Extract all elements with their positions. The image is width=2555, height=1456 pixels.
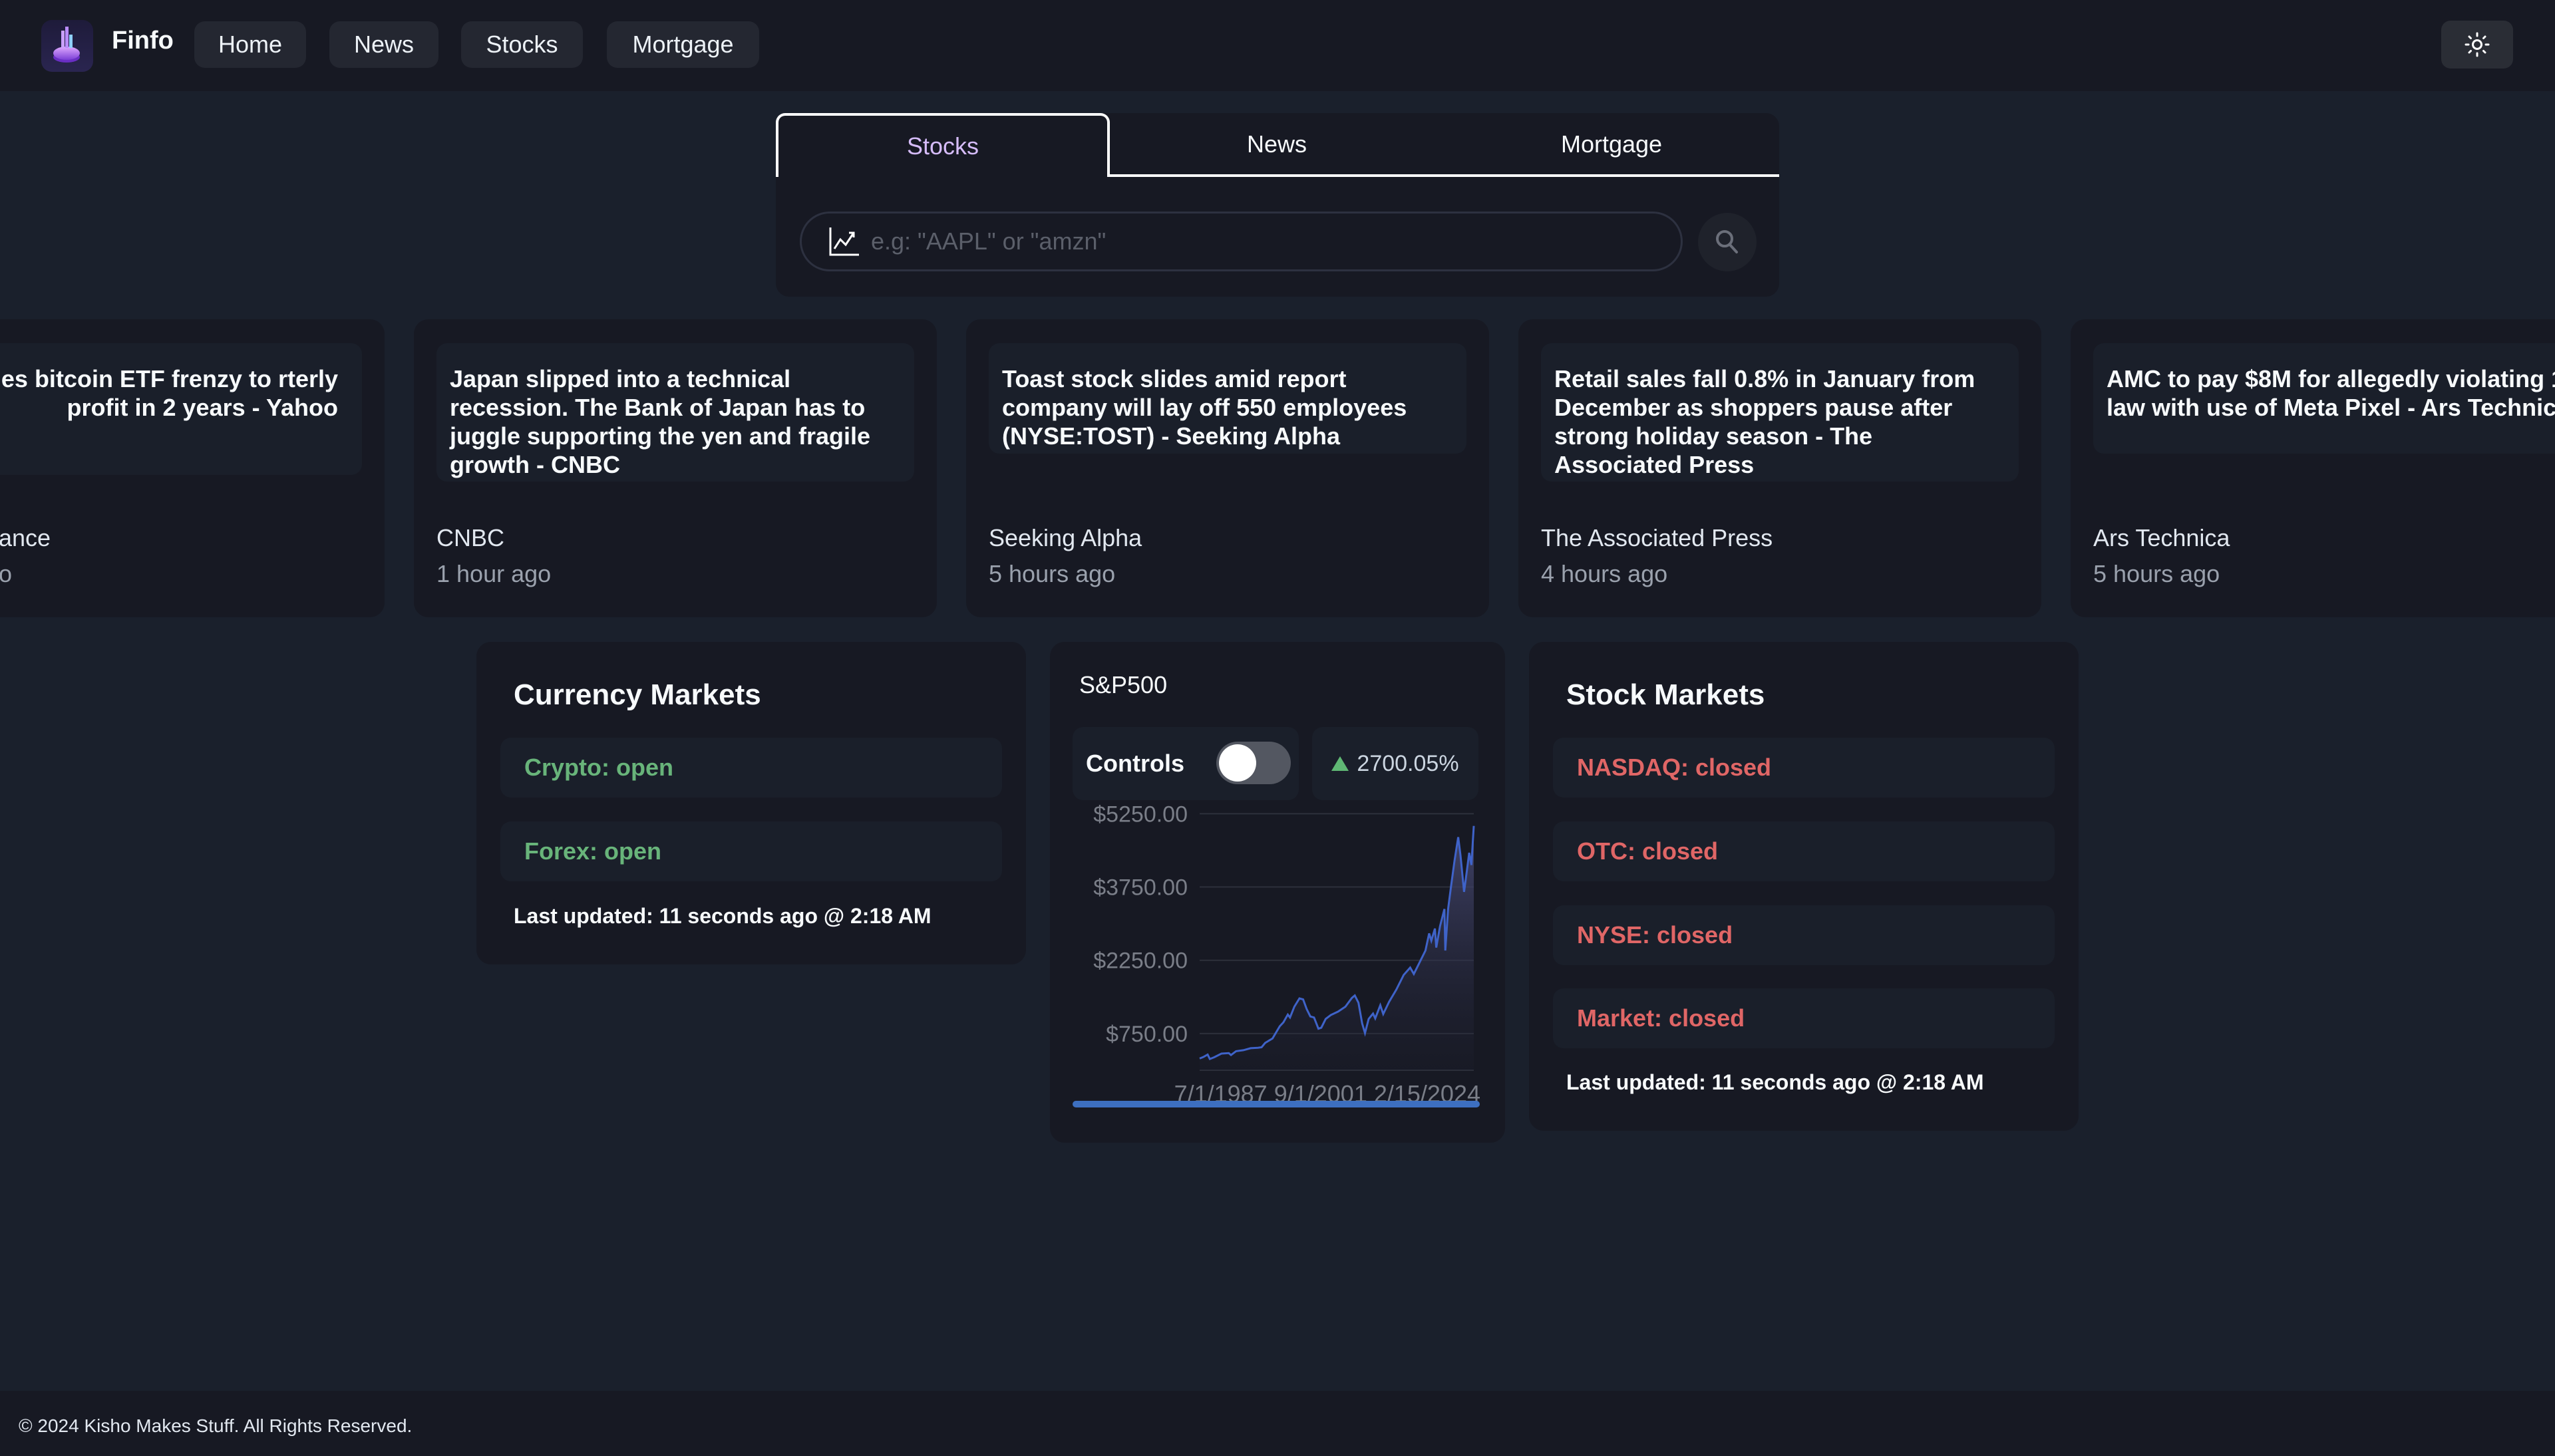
nav-stocks-label: Stocks	[486, 31, 558, 58]
news-headline: Toast stock slides amid report company w…	[1002, 365, 1407, 450]
news-source: The Associated Press	[1541, 524, 1773, 551]
nav-news-button[interactable]: News	[329, 21, 438, 68]
footer: © 2024 Kisho Makes Stuff. All Rights Res…	[0, 1391, 2555, 1456]
news-card[interactable]: e rides bitcoin ETF frenzy to rterly pro…	[0, 319, 385, 617]
currency-markets-panel: Currency Markets Crypto: open Forex: ope…	[476, 642, 1026, 964]
news-headline-box: e rides bitcoin ETF frenzy to rterly pro…	[0, 343, 362, 475]
news-headline: AMC to pay $8M for allegedly violating 1…	[2107, 365, 2555, 421]
news-source: CNBC	[436, 524, 505, 551]
news-headline-box: Retail sales fall 0.8% in January from D…	[1541, 343, 2019, 482]
tab-news[interactable]: News	[1110, 113, 1444, 175]
stock-last-updated: Last updated: 11 seconds ago @ 2:18 AM	[1566, 1070, 1984, 1094]
range-slider[interactable]	[1073, 1101, 1480, 1107]
news-card[interactable]: Retail sales fall 0.8% in January from D…	[1518, 319, 2041, 617]
nav-mortgage-label: Mortgage	[632, 31, 734, 58]
nasdaq-status: NASDAQ: closed	[1553, 738, 2055, 798]
search-field[interactable]	[800, 212, 1683, 271]
nav-news-label: News	[353, 31, 415, 58]
news-time: 1 hour ago	[436, 560, 552, 587]
nav-mortgage-button[interactable]: Mortgage	[607, 21, 759, 68]
tab-stocks[interactable]: Stocks	[776, 113, 1110, 177]
nyse-status: NYSE: closed	[1553, 905, 2055, 965]
news-source: ance	[0, 524, 51, 551]
chart-line-icon	[829, 227, 859, 256]
finfo-logo-icon[interactable]	[41, 20, 93, 72]
y-tick-label: $5250.00	[1093, 801, 1188, 827]
market-status-label: Market: closed	[1577, 1004, 1745, 1032]
news-source: Seeking Alpha	[989, 524, 1142, 551]
tab-news-label: News	[1246, 130, 1307, 158]
brand-name: Finfo	[112, 27, 174, 55]
y-tick-label: $750.00	[1106, 1022, 1188, 1047]
y-tick-label: $3750.00	[1093, 875, 1188, 901]
stock-markets-title: Stock Markets	[1566, 678, 1765, 711]
crypto-status-label: Crypto: open	[524, 754, 673, 781]
nav-stocks-button[interactable]: Stocks	[461, 21, 583, 68]
crypto-status: Crypto: open	[500, 738, 1002, 798]
search-button[interactable]	[1698, 213, 1757, 271]
currency-last-updated: Last updated: 11 seconds ago @ 2:18 AM	[514, 904, 932, 928]
tab-mortgage[interactable]: Mortgage	[1444, 113, 1779, 175]
tab-mortgage-label: Mortgage	[1560, 130, 1663, 158]
news-card[interactable]: Toast stock slides amid report company w…	[966, 319, 1489, 617]
nav-home-button[interactable]: Home	[194, 21, 306, 68]
sun-icon	[2465, 32, 2490, 57]
forex-status: Forex: open	[500, 821, 1002, 881]
news-card[interactable]: AMC to pay $8M for allegedly violating 1…	[2071, 319, 2555, 617]
tab-stocks-label: Stocks	[906, 132, 979, 160]
nasdaq-status-label: NASDAQ: closed	[1577, 754, 1772, 781]
news-headline: Retail sales fall 0.8% in January from D…	[1554, 365, 1975, 478]
nav-home-label: Home	[218, 31, 283, 58]
nyse-status-label: NYSE: closed	[1577, 921, 1733, 948]
search-panel: Stocks News Mortgage	[776, 113, 1779, 297]
stock-markets-panel: Stock Markets NASDAQ: closed OTC: closed…	[1529, 642, 2079, 1131]
news-time: 4 hours ago	[1541, 560, 1668, 587]
forex-status-label: Forex: open	[524, 837, 662, 865]
top-nav-bar: Finfo Home News Stocks Mortgage	[0, 0, 2555, 91]
news-headline-box: AMC to pay $8M for allegedly violating 1…	[2093, 343, 2555, 454]
news-headline-box: Japan slipped into a technical recession…	[436, 343, 914, 482]
search-icon	[1716, 230, 1738, 253]
stock-search-input[interactable]	[860, 214, 1681, 269]
currency-markets-title: Currency Markets	[514, 678, 761, 711]
y-tick-label: $2250.00	[1093, 948, 1188, 974]
sp500-panel: S&P500 Controls 2700.05% $5250.00 $3750.0…	[1050, 642, 1505, 1143]
news-headline: e rides bitcoin ETF frenzy to rterly pro…	[0, 365, 338, 421]
sp500-chart: $5250.00$3750.00$2250.00$750.00 7/1/1987…	[1093, 801, 1480, 1107]
news-time: 5 hours ago	[2093, 560, 2220, 587]
news-time: 5 hours ago	[989, 560, 1116, 587]
copyright-text: © 2024 Kisho Makes Stuff. All Rights Res…	[19, 1415, 413, 1436]
news-headline-box: Toast stock slides amid report company w…	[989, 343, 1466, 454]
news-card[interactable]: Japan slipped into a technical recession…	[414, 319, 937, 617]
theme-toggle-button[interactable]	[2441, 21, 2513, 69]
market-status: Market: closed	[1553, 988, 2055, 1048]
news-headline: Japan slipped into a technical recession…	[450, 365, 871, 478]
otc-status: OTC: closed	[1553, 821, 2055, 881]
news-source: Ars Technica	[2093, 524, 2230, 551]
otc-status-label: OTC: closed	[1577, 837, 1719, 865]
news-time: o	[0, 560, 13, 587]
